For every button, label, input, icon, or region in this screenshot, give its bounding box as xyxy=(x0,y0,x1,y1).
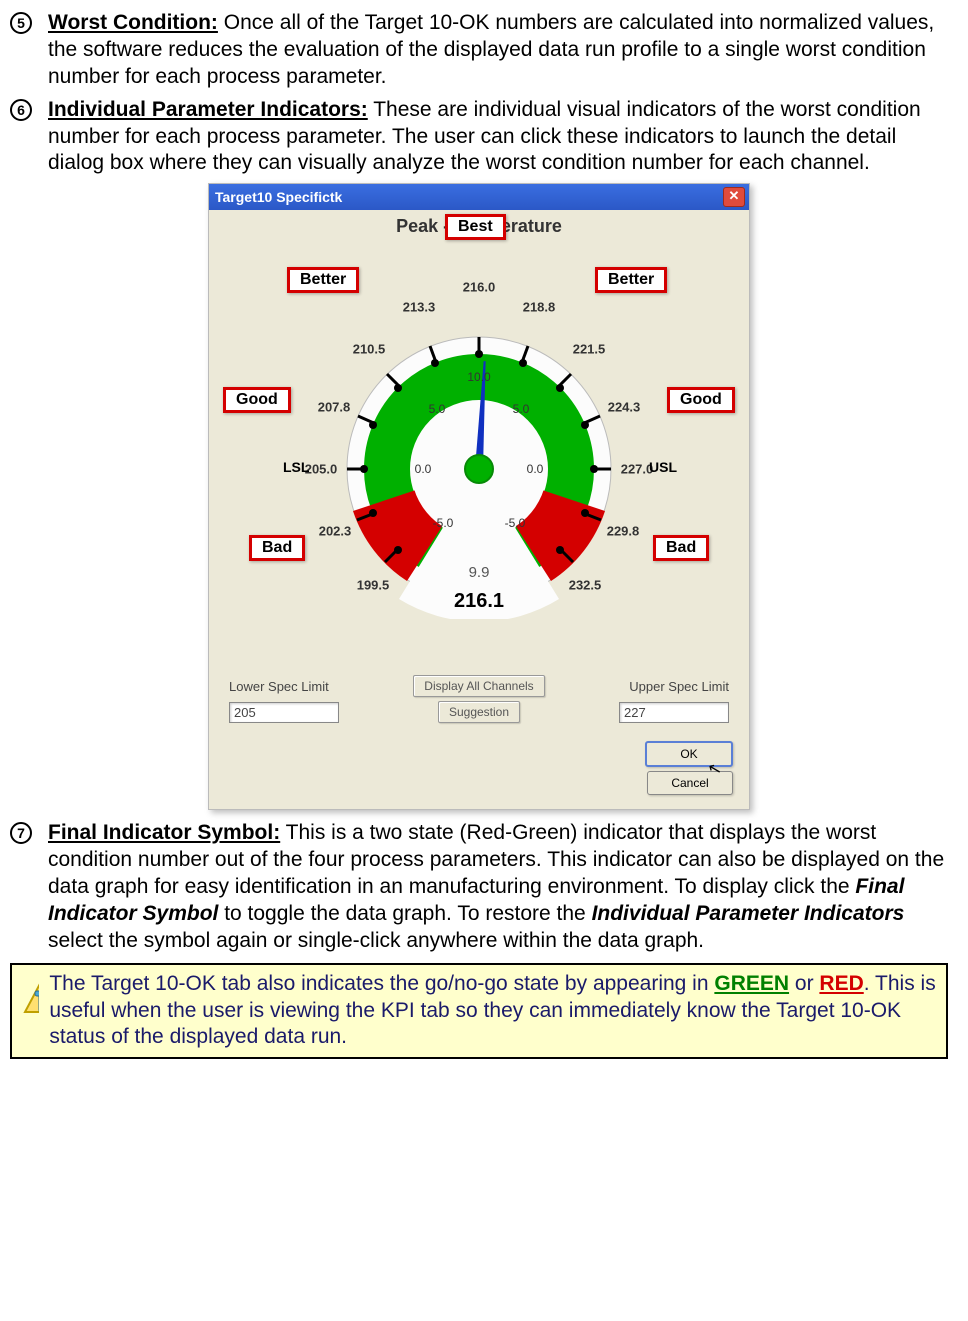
dial-area: 216.0 218.8 221.5 224.3 227.0 229.8 232.… xyxy=(209,237,749,667)
tick-t7: 199.5 xyxy=(357,578,390,593)
item-seven-body: Final Indicator Symbol: This is a two st… xyxy=(48,820,948,954)
list-item-seven: 7 Final Indicator Symbol: This is a two … xyxy=(10,820,948,954)
usl-label: USL xyxy=(649,459,677,475)
item-seven-em2: Individual Parameter Indicators xyxy=(592,902,905,925)
inner-i4: -5.0 xyxy=(433,516,454,530)
tick-t2: 221.5 xyxy=(573,342,606,357)
bullet-six: 6 xyxy=(10,99,32,121)
inner-i2: 0.0 xyxy=(527,462,544,476)
tick-t5: 229.8 xyxy=(607,524,640,539)
note-a: The Target 10-OK tab also indicates the … xyxy=(49,972,714,995)
inner-i3: -5.0 xyxy=(505,516,526,530)
note-or: or xyxy=(789,972,819,995)
callout-best: Best xyxy=(445,214,506,240)
lsl-input[interactable]: 205 xyxy=(229,702,339,723)
controls: Lower Spec Limit Display All Channels Up… xyxy=(209,667,749,737)
callout-better-l: Better xyxy=(287,267,359,293)
note-text: The Target 10-OK tab also indicates the … xyxy=(49,971,936,1052)
bullet-five: 5 xyxy=(10,12,32,34)
tick-t8: 202.3 xyxy=(319,524,352,539)
figure-wrap: Target10 Specifictk ✕ Peak - Temperature xyxy=(10,183,948,810)
tick-t9: 205.0 xyxy=(305,462,338,477)
usl-field-label: Upper Spec Limit xyxy=(629,679,729,694)
callout-bad-r: Bad xyxy=(653,535,709,561)
dialog-window: Target10 Specifictk ✕ Peak - Temperature xyxy=(208,183,750,810)
lsl-field-label: Lower Spec Limit xyxy=(229,679,329,694)
tick-t3: 224.3 xyxy=(608,400,641,415)
lsl-label: LSL xyxy=(283,459,309,475)
inner-i1: 5.0 xyxy=(513,402,530,416)
tick-t0: 216.0 xyxy=(463,280,496,295)
list-item-five: 5 Worst Condition: Once all of the Targe… xyxy=(10,10,948,91)
list-item-six: 6 Individual Parameter Indicators: These… xyxy=(10,97,948,178)
note-green: GREEN xyxy=(714,972,789,995)
item-six-title: Individual Parameter Indicators: xyxy=(48,98,368,121)
tick-t12: 213.3 xyxy=(403,300,436,315)
close-icon[interactable]: ✕ xyxy=(723,187,745,207)
item-seven-text-b: to toggle the data graph. To restore the xyxy=(218,902,591,925)
tick-t10: 207.8 xyxy=(318,400,351,415)
gauge-value-big: 216.1 xyxy=(454,590,504,613)
dialog-title: Target10 Specifictk xyxy=(215,189,342,205)
inner-i0: 10.0 xyxy=(467,370,490,384)
item-seven-text-c: select the symbol again or single-click … xyxy=(48,929,704,952)
note-red: RED xyxy=(819,972,863,995)
item-six-body: Individual Parameter Indicators: These a… xyxy=(48,97,948,178)
tick-t6: 232.5 xyxy=(569,578,602,593)
item-five-body: Worst Condition: Once all of the Target … xyxy=(48,10,948,91)
inner-i6: 5.0 xyxy=(429,402,446,416)
suggestion-button[interactable]: Suggestion xyxy=(438,701,520,723)
tick-t1: 218.8 xyxy=(523,300,556,315)
usl-input[interactable]: 227 xyxy=(619,702,729,723)
callout-good-l: Good xyxy=(223,387,291,413)
warning-icon xyxy=(22,977,39,1017)
display-all-channels-button[interactable]: Display All Channels xyxy=(413,675,544,697)
inner-i5: 0.0 xyxy=(415,462,432,476)
item-five-title: Worst Condition: xyxy=(48,11,218,34)
dialog-titlebar[interactable]: Target10 Specifictk ✕ xyxy=(209,184,749,210)
callout-better-r: Better xyxy=(595,267,667,293)
dialog-buttons: OK Cancel ↖ xyxy=(209,737,749,809)
tick-t11: 210.5 xyxy=(353,342,386,357)
item-seven-title: Final Indicator Symbol: xyxy=(48,821,280,844)
bullet-seven: 7 xyxy=(10,822,32,844)
callout-bad-l: Bad xyxy=(249,535,305,561)
note-box: The Target 10-OK tab also indicates the … xyxy=(10,963,948,1060)
gauge-value-small: 9.9 xyxy=(469,564,490,581)
callout-good-r: Good xyxy=(667,387,735,413)
